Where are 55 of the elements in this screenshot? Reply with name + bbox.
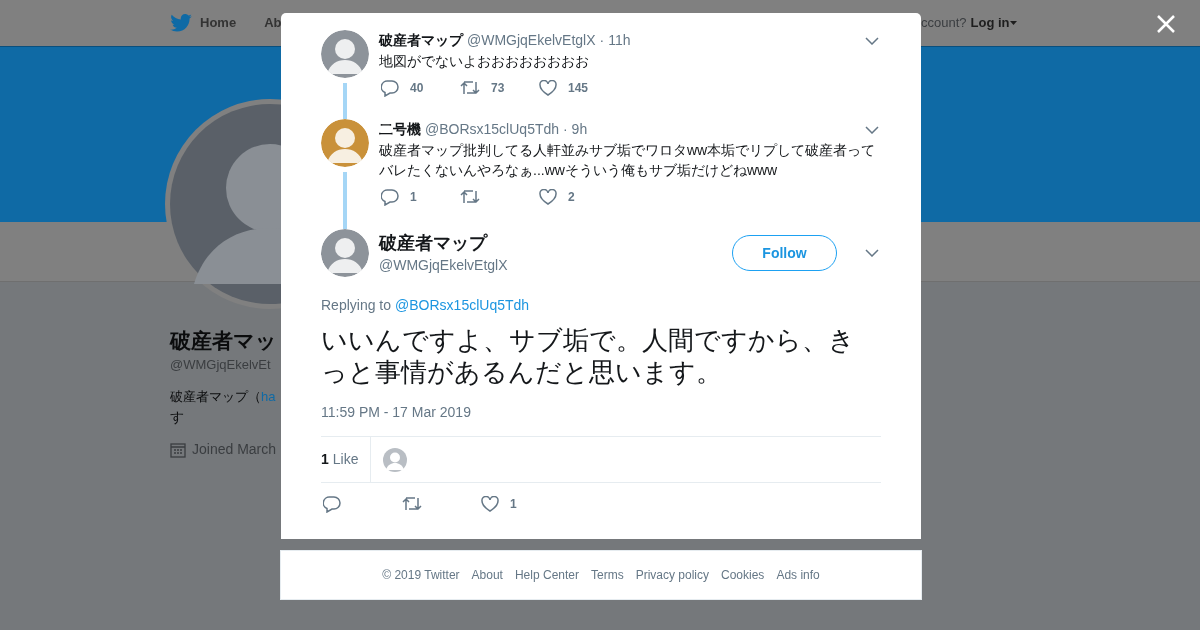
action-count: 145 [568, 80, 589, 97]
action-count: 40 [410, 80, 424, 97]
retweet-icon[interactable] [460, 80, 480, 96]
joined-date: Joined March [192, 440, 277, 459]
footer-link[interactable]: Ads info [776, 566, 820, 584]
copyright-text: © 2019 Twitter [382, 567, 460, 584]
heart-icon[interactable] [539, 80, 557, 96]
avatar-icon[interactable] [321, 229, 369, 277]
footer-link[interactable]: Cookies [721, 566, 765, 584]
retweet-icon[interactable] [402, 496, 422, 512]
tweet-text: 地図がでないよおおおおおおおお [379, 52, 590, 71]
account-prompt: ccount? [921, 14, 967, 33]
footer-link[interactable]: Help Center [514, 566, 579, 584]
user-name[interactable]: 二号機 [379, 119, 421, 140]
close-button[interactable] [1156, 14, 1176, 34]
user-name[interactable]: 破産者マップ [379, 230, 722, 255]
footer-link[interactable]: Terms [591, 566, 624, 584]
login-link[interactable]: Log in [970, 13, 1010, 33]
nav-link[interactable]: Home [200, 13, 237, 33]
user-handle[interactable]: @BORsx15clUq5Tdh [425, 119, 560, 140]
chevron-icon[interactable] [865, 36, 879, 45]
avatar-icon[interactable] [321, 30, 369, 78]
action-count: 1 [410, 189, 417, 206]
mention-link[interactable]: @BORsx15clUq5Tdh [395, 295, 530, 316]
profile-bio: す [170, 408, 185, 427]
likes-stat[interactable]: 1 Like [321, 437, 372, 482]
avatar-icon[interactable] [321, 119, 369, 167]
retweet-icon[interactable] [460, 189, 480, 205]
tweet-text: いいんですよ、サブ垢で。人間ですから、きっと事情があるんだと思います。 [321, 324, 856, 388]
nav-link[interactable]: Ab [264, 13, 282, 33]
tweet-timestamp[interactable]: 11:59 PM - 17 Mar 2019 [321, 402, 881, 423]
tweet-text: 破産者マップ批判してる人軒並みサブ垢でワロタww本垢でリプして破産者ってバレたくないんやろなぁ...wwそういう俺もサブ垢だけどねwww [379, 141, 877, 180]
replying-label: Replying to [321, 296, 392, 315]
chevron-icon[interactable] [865, 125, 879, 134]
footer-link[interactable]: About [471, 566, 503, 584]
profile-bio: 破産者マップ（ [170, 388, 261, 406]
action-count: 1 [510, 496, 517, 513]
user-handle[interactable]: @WMGjqEkelvEtglX [467, 30, 596, 51]
reply-icon[interactable] [323, 495, 341, 513]
calendar-icon [170, 441, 186, 458]
user-handle[interactable]: @WMGjqEkelvEtglX [379, 254, 722, 276]
heart-icon[interactable] [539, 189, 557, 205]
caret-icon [1009, 21, 1017, 25]
heart-icon[interactable] [481, 496, 499, 512]
chevron-icon[interactable] [865, 249, 879, 257]
reply-icon[interactable] [381, 79, 399, 97]
tweet-time[interactable]: · 11h [599, 30, 631, 51]
action-count: 73 [491, 80, 505, 97]
profile-name: 破産者マッ [170, 328, 278, 354]
profile-handle: @WMGjqEkelvEt [170, 356, 271, 374]
reply-icon[interactable] [381, 188, 399, 206]
tweet-time[interactable]: · 9h [563, 119, 588, 140]
action-count: 2 [568, 189, 575, 206]
footer-link[interactable]: Privacy policy [635, 566, 709, 584]
user-name[interactable]: 破産者マップ [379, 30, 463, 51]
